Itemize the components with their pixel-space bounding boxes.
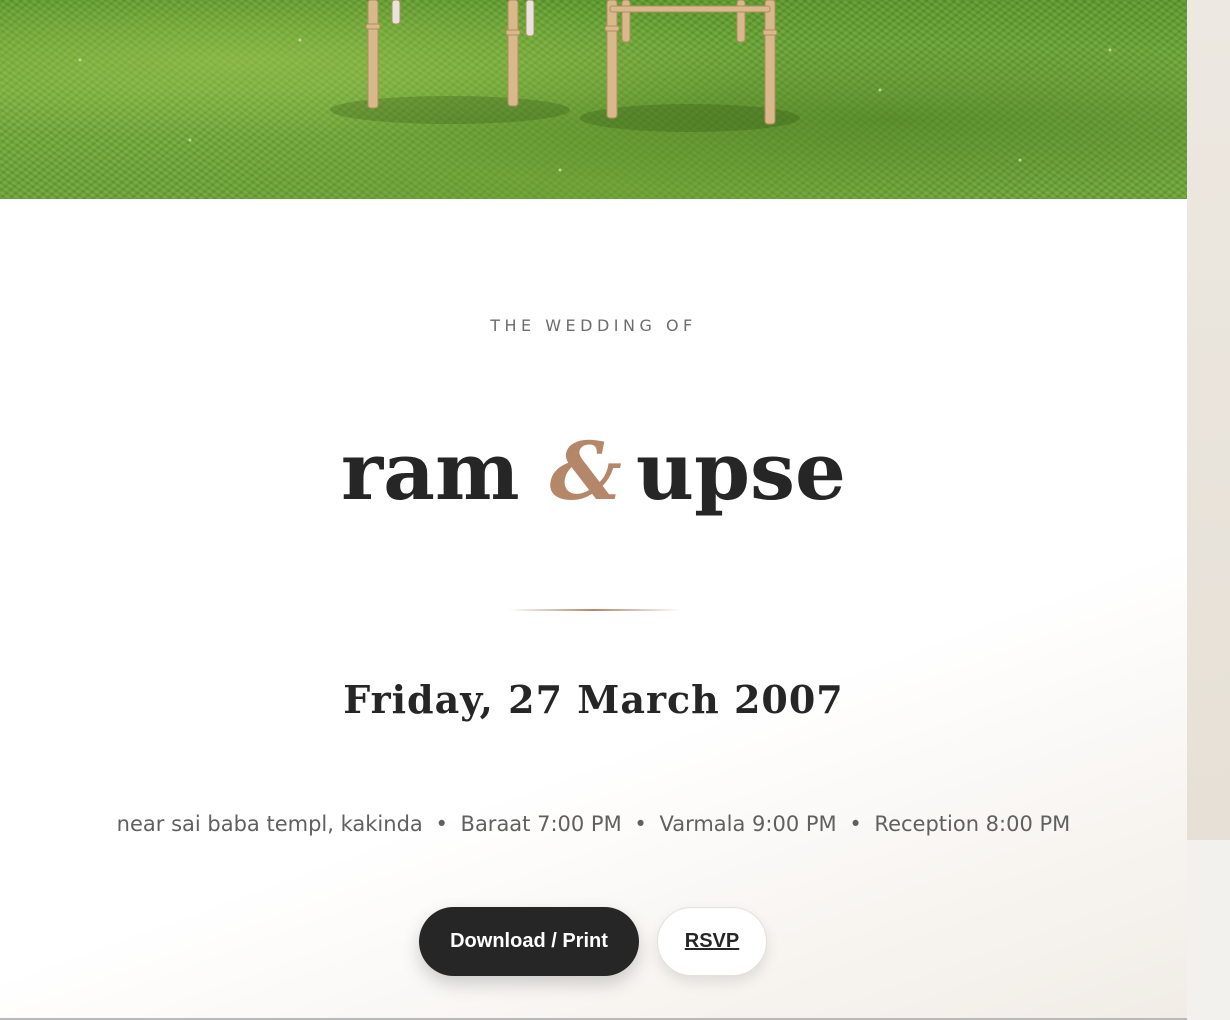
venue: near sai baba templ, kakinda [116, 812, 423, 836]
ampersand: & [549, 424, 622, 518]
hero-photo [0, 0, 1187, 199]
event-baraat: Baraat 7:00 PM [460, 812, 622, 836]
bride-name: upse [635, 424, 846, 518]
eyebrow-text: THE WEDDING OF [490, 316, 697, 335]
separator: • [435, 812, 448, 836]
event-reception: Reception 8:00 PM [874, 812, 1071, 836]
chairs-on-grass-illustration [78, 0, 1112, 172]
groom-name: ram [341, 424, 520, 518]
event-varmala: Varmala 9:00 PM [659, 812, 837, 836]
rsvp-button[interactable]: RSVP [657, 907, 767, 976]
left-chair [365, 0, 535, 109]
invitation-card: THE WEDDING OF ram & upse Friday, 27 March… [0, 199, 1187, 1020]
couple-names: ram & upse [0, 421, 1187, 521]
action-buttons: Download / Print RSVP [0, 907, 1187, 977]
page-gutter [1187, 0, 1230, 840]
download-print-button[interactable]: Download / Print [419, 907, 639, 976]
page-gutter-lower [1187, 840, 1230, 1020]
wedding-date: Friday, 27 March 2007 [343, 677, 844, 722]
separator: • [849, 812, 862, 836]
event-details: near sai baba templ, kakinda • Baraat 7:… [0, 812, 1187, 836]
invitation-page: THE WEDDING OF ram & upse Friday, 27 March… [0, 0, 1230, 1020]
ornament-divider [508, 609, 680, 611]
separator: • [634, 812, 647, 836]
